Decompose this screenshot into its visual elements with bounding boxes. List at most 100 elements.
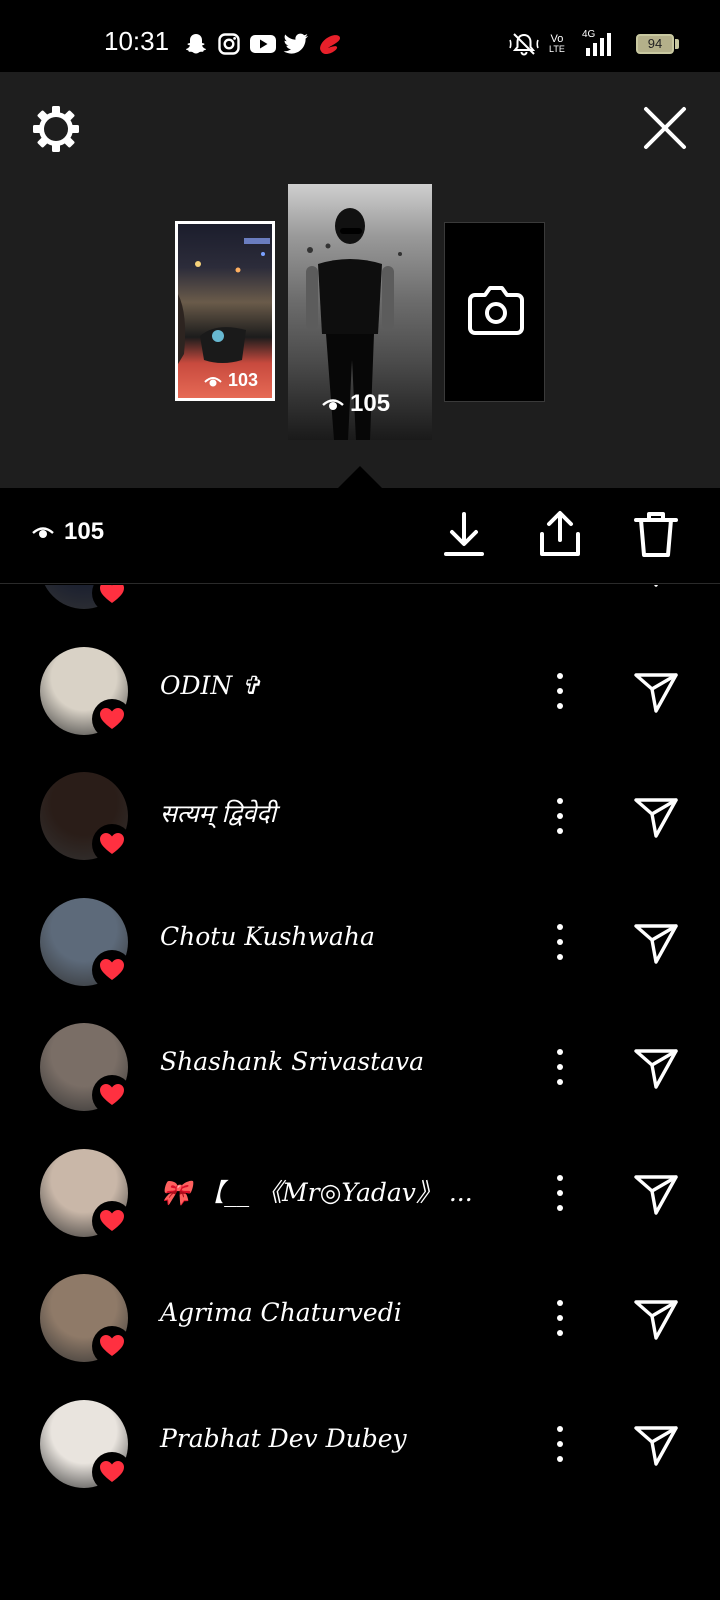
- send-message-button[interactable]: [632, 918, 680, 966]
- battery-indicator: 94: [636, 34, 674, 54]
- snapchat-icon: [182, 30, 210, 58]
- heart-icon: [100, 958, 124, 980]
- volte-label-bottom: LTE: [549, 44, 565, 54]
- current-story-views: 105: [322, 390, 390, 418]
- current-story-views-count: 105: [350, 390, 391, 417]
- viewer-name: Shashank Srivastava: [160, 1047, 425, 1076]
- viewer-avatar[interactable]: [40, 646, 132, 739]
- previous-story-thumbnail[interactable]: 103: [175, 221, 275, 401]
- send-message-button[interactable]: [632, 1169, 680, 1217]
- share-icon: [540, 511, 580, 556]
- viewer-row[interactable]: सत्यम् द्विवेदी: [0, 752, 720, 880]
- liked-badge: [92, 1200, 132, 1241]
- viewer-row[interactable]: Prabhat Dev Dubey: [0, 1380, 720, 1508]
- liked-badge: [92, 1326, 132, 1366]
- story-action-bar: 105: [0, 488, 720, 584]
- liked-badge: [92, 949, 132, 990]
- viewer-list[interactable]: Abhishek Chaturvedi ODIN ✞: [0, 585, 720, 1515]
- more-options-button[interactable]: [548, 1422, 572, 1466]
- send-icon: [634, 1300, 678, 1340]
- camera-icon: [468, 286, 524, 335]
- trash-icon: [634, 512, 678, 557]
- viewer-name: 🎀 【__ 《Mr◎Yadav》 ...: [160, 1177, 473, 1207]
- share-button[interactable]: [534, 508, 586, 560]
- close-icon: [644, 107, 686, 149]
- settings-button[interactable]: [30, 103, 82, 155]
- viewer-name: Chotu Kushwaha: [160, 921, 375, 951]
- send-icon: [634, 1174, 678, 1215]
- viewer-avatar[interactable]: [40, 772, 132, 864]
- send-message-button[interactable]: [632, 1294, 680, 1342]
- send-message-button[interactable]: [632, 585, 680, 589]
- viewer-name: सत्यम् द्विवेदी: [160, 799, 277, 828]
- twitter-icon: [282, 30, 310, 58]
- liked-badge: [92, 1075, 132, 1115]
- more-options-button[interactable]: [548, 669, 572, 713]
- download-button[interactable]: [438, 508, 490, 560]
- viewer-avatar[interactable]: [40, 897, 132, 990]
- selected-story-pointer: [336, 466, 384, 490]
- delete-button[interactable]: [630, 508, 682, 560]
- viewer-avatar[interactable]: [40, 585, 132, 613]
- more-options-button[interactable]: [548, 920, 572, 964]
- mute-icon: [508, 28, 540, 60]
- send-icon: [634, 1049, 678, 1089]
- battery-tip: [675, 39, 679, 49]
- viewer-avatar[interactable]: [40, 1148, 132, 1241]
- previous-story-views-count: 103: [228, 370, 259, 390]
- viewer-row[interactable]: Agrima Chaturvedi: [0, 1254, 720, 1382]
- heart-icon: [100, 1335, 124, 1356]
- send-message-button[interactable]: [632, 667, 680, 715]
- send-icon: [654, 585, 658, 587]
- more-options-button[interactable]: [548, 585, 572, 587]
- status-bar: 10:31 Vo LTE 4G 94: [0, 0, 720, 72]
- eye-icon: [32, 527, 54, 538]
- viewer-avatar[interactable]: [40, 1023, 132, 1115]
- eye-icon: [322, 399, 344, 410]
- heart-icon: [100, 585, 124, 603]
- volte-indicator: Vo LTE: [549, 28, 565, 60]
- more-options-button[interactable]: [548, 1296, 572, 1340]
- heart-icon: [100, 1460, 124, 1482]
- heart-icon: [100, 833, 124, 854]
- liked-badge: [92, 824, 132, 864]
- viewer-row[interactable]: 🎀 【__ 《Mr◎Yadav》 ...: [0, 1129, 720, 1257]
- current-story-thumbnail[interactable]: 105: [288, 184, 432, 440]
- youtube-icon: [248, 30, 278, 58]
- instagram-icon: [215, 30, 243, 58]
- story-views: 105: [32, 518, 104, 546]
- send-message-button[interactable]: [632, 1420, 680, 1468]
- viewer-avatar[interactable]: [40, 1399, 132, 1492]
- send-icon: [634, 798, 678, 838]
- viewer-row[interactable]: Chotu Kushwaha: [0, 878, 720, 1006]
- gear-icon: [33, 106, 79, 152]
- more-options-button[interactable]: [548, 1171, 572, 1215]
- viewer-name: ODIN ✞: [160, 670, 262, 700]
- heart-icon: [100, 1084, 124, 1105]
- send-icon: [634, 1425, 678, 1466]
- signal-indicator: 4G: [578, 28, 614, 60]
- liked-badge: [92, 585, 132, 613]
- status-time: 10:31: [104, 26, 170, 56]
- viewer-avatar[interactable]: [40, 1274, 132, 1366]
- volte-label-top: Vo: [550, 33, 564, 45]
- heart-icon: [100, 707, 124, 729]
- liked-badge: [92, 1451, 132, 1492]
- add-story-button[interactable]: [444, 222, 545, 402]
- send-icon: [634, 923, 678, 964]
- close-button[interactable]: [640, 103, 690, 153]
- send-message-button[interactable]: [632, 792, 680, 840]
- airtel-icon: [316, 30, 344, 58]
- viewer-row[interactable]: Abhishek Chaturvedi: [0, 585, 720, 629]
- liked-badge: [92, 698, 132, 739]
- viewer-row[interactable]: Shashank Srivastava: [0, 1003, 720, 1131]
- previous-story-views: 103: [204, 370, 258, 391]
- more-options-button[interactable]: [548, 794, 572, 838]
- viewer-name: Agrima Chaturvedi: [160, 1298, 402, 1327]
- story-views-count: 105: [64, 518, 105, 545]
- viewer-name: Prabhat Dev Dubey: [160, 1423, 407, 1453]
- send-message-button[interactable]: [632, 1043, 680, 1091]
- network-label: 4G: [582, 29, 596, 40]
- viewer-row[interactable]: ODIN ✞: [0, 627, 720, 755]
- more-options-button[interactable]: [548, 1045, 572, 1089]
